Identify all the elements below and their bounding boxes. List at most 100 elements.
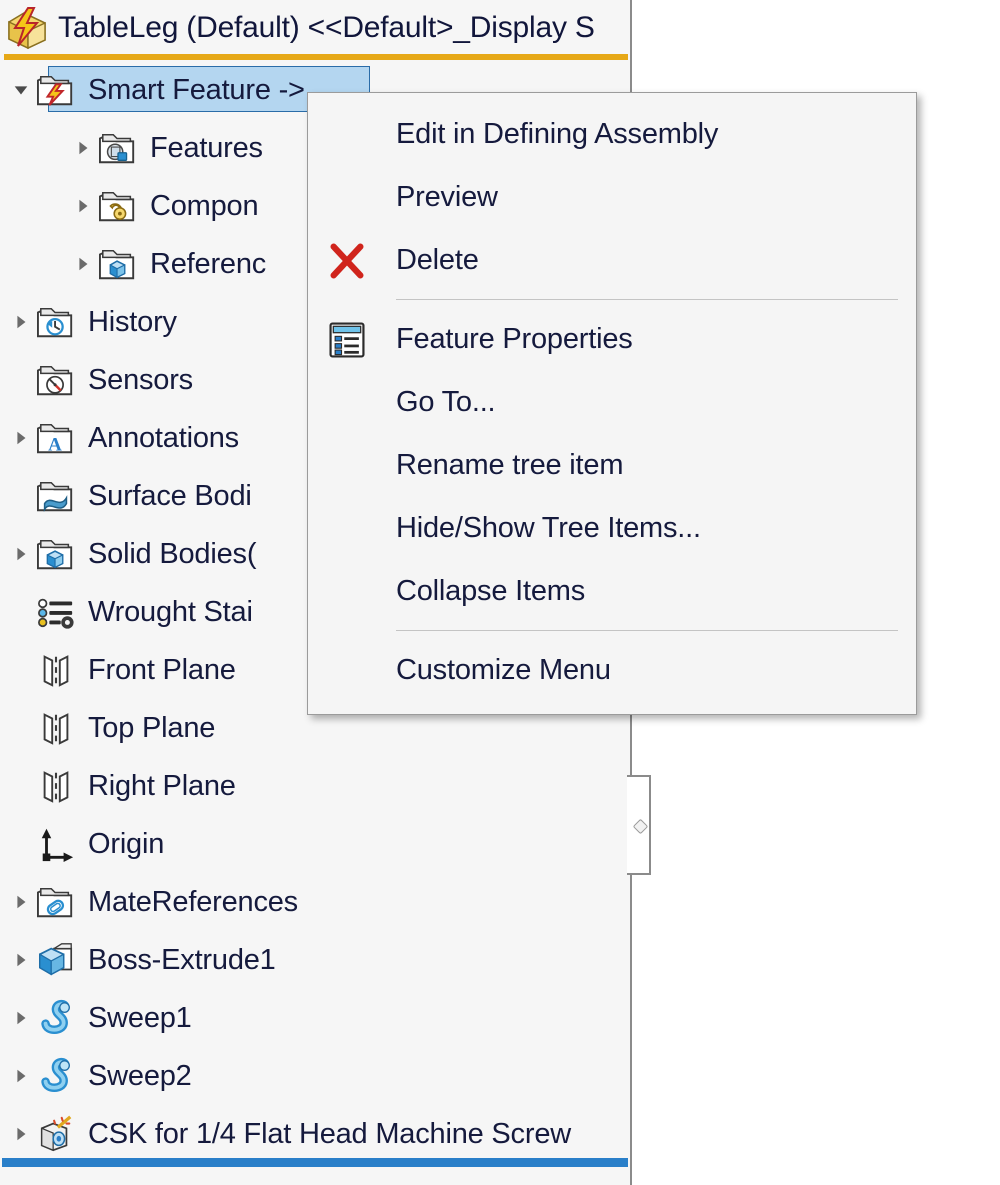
menu-item-hide-show-tree-items[interactable]: Hide/Show Tree Items... [308, 497, 916, 560]
plane-icon [34, 649, 78, 691]
tree-item-right-plane[interactable]: Right Plane [0, 760, 236, 812]
properties-icon [324, 317, 370, 363]
sweep-icon [34, 997, 78, 1039]
chevron-right-icon[interactable] [8, 309, 34, 335]
tree-item-front-plane[interactable]: Front Plane [0, 644, 236, 696]
menu-item-label: Edit in Defining Assembly [396, 118, 719, 150]
chevron-right-icon[interactable] [70, 251, 96, 277]
tree-item-boss-extrude1[interactable]: Boss-Extrude1 [0, 934, 276, 986]
material-icon [34, 591, 78, 633]
tree-item-matereferences[interactable]: MateReferences [0, 876, 298, 928]
part-with-lightning-icon [4, 6, 50, 50]
rollback-bar[interactable] [2, 1158, 628, 1167]
splitter-grip-dot-icon [632, 818, 649, 835]
folder-solid-bodies-icon [34, 533, 78, 575]
chevron-right-icon[interactable] [8, 1005, 34, 1031]
menu-item-label: Customize Menu [396, 654, 611, 686]
menu-item-label: Feature Properties [396, 323, 633, 355]
tree-item-origin[interactable]: Origin [0, 818, 164, 870]
tree-item-features[interactable]: Features [0, 122, 263, 174]
chevron-right-icon[interactable] [8, 541, 34, 567]
tree-item-label: Top Plane [88, 711, 216, 744]
tree-item-label: MateReferences [88, 885, 298, 918]
menu-item-preview[interactable]: Preview [308, 166, 916, 229]
tree-item-label: Compon [150, 189, 259, 222]
menu-item-label: Hide/Show Tree Items... [396, 512, 701, 544]
chevron-right-icon[interactable] [8, 425, 34, 451]
menu-item-customize-menu[interactable]: Customize Menu [308, 639, 916, 702]
tree-item-compon[interactable]: Compon [0, 180, 259, 232]
folder-references-icon [96, 243, 140, 285]
tree-item-csk-for-1-4-flat-head-machine-screw[interactable]: CSK for 1/4 Flat Head Machine Screw [0, 1108, 571, 1160]
plane-icon [34, 765, 78, 807]
sweep-icon [34, 1055, 78, 1097]
chevron-right-icon[interactable] [8, 889, 34, 915]
tree-item-label: Boss-Extrude1 [88, 943, 276, 976]
tree-item-label: CSK for 1/4 Flat Head Machine Screw [88, 1117, 571, 1150]
menu-item-collapse-items[interactable]: Collapse Items [308, 560, 916, 623]
tree-item-label: Origin [88, 827, 165, 860]
tree-item-label: Smart Feature -> [88, 73, 305, 106]
folder-features-icon [96, 127, 140, 169]
tree-item-label: Sweep2 [88, 1059, 192, 1092]
folder-components-icon [96, 185, 140, 227]
menu-separator [396, 299, 898, 300]
tree-item-label: Solid Bodies( [88, 537, 257, 570]
tree-item-surface-bodi[interactable]: Surface Bodi [0, 470, 252, 522]
folder-sensors-icon [34, 359, 78, 401]
menu-item-label: Delete [396, 244, 479, 276]
tree-item-wrought-stai[interactable]: Wrought Stai [0, 586, 253, 638]
tree-item-label: Right Plane [88, 769, 236, 802]
tree-item-label: Surface Bodi [88, 479, 252, 512]
tree-item-label: Sensors [88, 363, 193, 396]
tree-item-label: Wrought Stai [88, 595, 253, 628]
tree-item-label: Front Plane [88, 653, 236, 686]
folder-surface-bodies-icon [34, 475, 78, 517]
context-menu[interactable]: Edit in Defining Assembly Preview Delete Fe… [307, 92, 917, 715]
menu-item-rename-tree-item[interactable]: Rename tree item [308, 434, 916, 497]
menu-item-delete[interactable]: Delete [308, 229, 916, 292]
title-accent-underline [4, 54, 628, 60]
tree-item-label: History [88, 305, 177, 338]
tree-item-history[interactable]: History [0, 296, 177, 348]
menu-item-feature-properties[interactable]: Feature Properties [308, 308, 916, 371]
tree-item-referenc[interactable]: Referenc [0, 238, 266, 290]
chevron-right-icon[interactable] [70, 135, 96, 161]
svg-text:A: A [48, 434, 62, 455]
chevron-down-icon[interactable] [8, 77, 34, 103]
menu-item-label: Go To... [396, 386, 496, 418]
plane-icon [34, 707, 78, 749]
tree-item-label: Annotations [88, 421, 239, 454]
folder-annotations-icon: A [34, 417, 78, 459]
menu-item-label: Rename tree item [396, 449, 624, 481]
tree-item-label: Features [150, 131, 263, 164]
document-title-row[interactable]: TableLeg (Default) <<Default>_Display S [0, 4, 630, 52]
tree-item-label: Referenc [150, 247, 267, 280]
chevron-right-icon[interactable] [8, 1121, 34, 1147]
menu-item-go-to[interactable]: Go To... [308, 371, 916, 434]
menu-item-edit-in-defining-assembly[interactable]: Edit in Defining Assembly [308, 103, 916, 166]
tree-item-sweep2[interactable]: Sweep2 [0, 1050, 192, 1102]
boss-extrude-icon [34, 939, 78, 981]
tree-item-sensors[interactable]: Sensors [0, 354, 193, 406]
red-x-icon [324, 238, 370, 284]
tree-item-smart-feature[interactable]: Smart Feature -> [0, 64, 370, 116]
menu-item-label: Preview [396, 181, 498, 213]
tree-item-solid-bodies[interactable]: Solid Bodies( [0, 528, 256, 580]
hole-wizard-icon [34, 1113, 78, 1155]
folder-matereferences-icon [34, 881, 78, 923]
menu-separator [396, 630, 898, 631]
chevron-right-icon[interactable] [8, 947, 34, 973]
chevron-right-icon[interactable] [8, 1063, 34, 1089]
tree-item-label: Sweep1 [88, 1001, 192, 1034]
tree-item-sweep1[interactable]: Sweep1 [0, 992, 192, 1044]
splitter-grip-handle[interactable] [627, 775, 651, 875]
chevron-right-icon[interactable] [70, 193, 96, 219]
folder-history-icon [34, 301, 78, 343]
tree-item-annotations[interactable]: A Annotations [0, 412, 239, 464]
origin-icon [34, 823, 78, 865]
tree-item-top-plane[interactable]: Top Plane [0, 702, 215, 754]
folder-lightning-icon [34, 69, 78, 111]
menu-item-label: Collapse Items [396, 575, 585, 607]
page-title: TableLeg (Default) <<Default>_Display S [58, 11, 595, 44]
